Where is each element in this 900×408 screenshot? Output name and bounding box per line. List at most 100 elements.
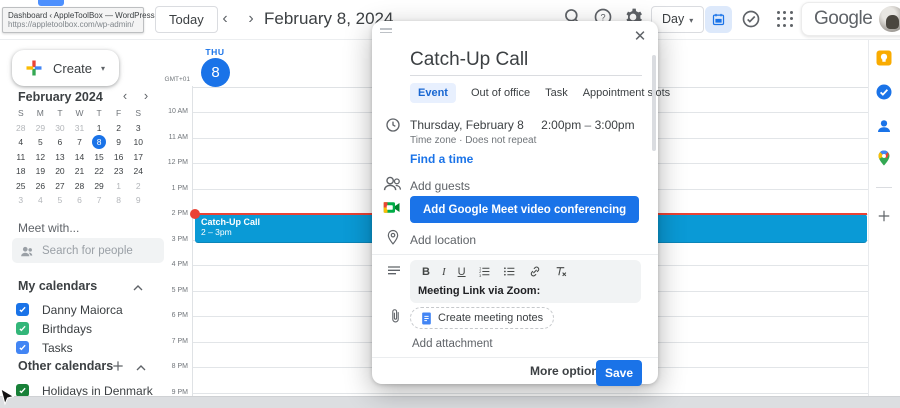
mini-calendar-day[interactable]: 4 — [31, 193, 51, 208]
time-label: 11 AM — [140, 134, 188, 141]
next-day-button[interactable]: › — [238, 6, 264, 33]
mini-calendar-day[interactable]: 27 — [50, 179, 70, 194]
drag-handle-icon[interactable] — [380, 28, 392, 34]
prev-day-button[interactable]: ‹ — [212, 6, 238, 33]
google-meet-icon — [383, 200, 401, 215]
tab-task[interactable]: Task — [545, 83, 568, 103]
add-calendar-plus-icon[interactable] — [110, 358, 126, 374]
browser-link-tooltip: Dashboard ‹ AppleToolBox — WordPress htt… — [2, 7, 144, 33]
tab-out-of-office[interactable]: Out of office — [471, 83, 530, 103]
mini-calendar-day[interactable]: 7 — [89, 193, 109, 208]
rail-divider — [876, 187, 892, 188]
mini-calendar-day[interactable]: 18 — [11, 164, 31, 179]
mini-calendar-day[interactable]: 5 — [31, 135, 51, 150]
italic-icon[interactable]: I — [442, 266, 446, 278]
close-icon[interactable]: ✕ — [631, 28, 649, 46]
calendar-view-toggle[interactable] — [705, 6, 732, 33]
mini-calendar-day[interactable]: 15 — [89, 150, 109, 165]
add-meet-button[interactable]: Add Google Meet video conferencing — [410, 196, 639, 223]
mini-calendar-day[interactable]: 9 — [128, 193, 148, 208]
keep-icon[interactable] — [875, 49, 893, 67]
meet-with-label: Meet with... — [18, 221, 79, 235]
google-calendar-app: Dashboard ‹ AppleToolBox — WordPress htt… — [0, 0, 900, 408]
underline-icon[interactable]: U — [458, 266, 466, 278]
view-dropdown[interactable]: Day▾ — [651, 6, 704, 33]
numbered-list-icon[interactable]: 123 — [478, 265, 491, 278]
mini-calendar-day[interactable]: 7 — [70, 135, 90, 150]
mini-calendar-day[interactable]: 30 — [50, 121, 70, 136]
mini-calendar-day[interactable]: 28 — [11, 121, 31, 136]
mini-calendar-day[interactable]: 13 — [50, 150, 70, 165]
calendar-checkbox[interactable] — [16, 303, 29, 316]
mini-calendar-day[interactable]: 1 — [89, 121, 109, 136]
mini-calendar-prev[interactable]: ‹ — [117, 88, 133, 104]
add-location-input[interactable]: Add location — [410, 233, 476, 247]
mini-calendar-day[interactable]: 12 — [31, 150, 51, 165]
day-number-badge[interactable]: 8 — [201, 58, 230, 87]
calendar-checkbox[interactable] — [16, 322, 29, 335]
create-meeting-notes-button[interactable]: Create meeting notes — [410, 307, 554, 329]
dialog-scrollbar[interactable] — [652, 55, 656, 151]
apps-grid-icon[interactable] — [777, 11, 793, 27]
mini-calendar-day[interactable]: 8 — [109, 193, 129, 208]
mini-calendar-day[interactable]: 31 — [70, 121, 90, 136]
add-guests-input[interactable]: Add guests — [410, 179, 470, 193]
mini-calendar-day[interactable]: 14 — [70, 150, 90, 165]
today-button[interactable]: Today — [155, 6, 218, 33]
find-a-time-link[interactable]: Find a time — [410, 152, 473, 166]
create-button[interactable]: Create ▾ — [12, 50, 119, 86]
tab-appointment-slots[interactable]: Appointment slots — [583, 83, 670, 103]
mini-calendar-day[interactable]: 28 — [70, 179, 90, 194]
mini-calendar-day[interactable]: 6 — [50, 135, 70, 150]
tab-event[interactable]: Event — [410, 83, 456, 103]
mini-calendar-next[interactable]: › — [138, 88, 154, 104]
mini-calendar-day[interactable]: 2 — [109, 121, 129, 136]
mini-calendar-day[interactable]: 25 — [11, 179, 31, 194]
bold-icon[interactable]: B — [422, 266, 430, 278]
mini-calendar-day[interactable]: 19 — [31, 164, 51, 179]
time-label: 3 PM — [140, 236, 188, 243]
mini-calendar-day-name: M — [31, 106, 51, 121]
tasks-icon[interactable] — [875, 83, 893, 101]
day-of-week-label: THU — [199, 47, 231, 57]
mini-calendar-day[interactable]: 16 — [109, 150, 129, 165]
mini-calendar-day[interactable]: 1 — [109, 179, 129, 194]
mini-calendar-day[interactable]: 9 — [109, 135, 129, 150]
maps-icon[interactable] — [875, 149, 893, 167]
mini-calendar-day[interactable]: 29 — [31, 121, 51, 136]
mini-calendar-day[interactable]: 26 — [31, 179, 51, 194]
svg-text:3: 3 — [479, 274, 481, 278]
contacts-icon[interactable] — [875, 117, 893, 135]
get-addons-plus-icon[interactable] — [875, 207, 893, 225]
format-clear-icon[interactable] — [554, 265, 568, 278]
save-button[interactable]: Save — [596, 360, 642, 386]
mini-calendar-day[interactable]: 22 — [89, 164, 109, 179]
calendar-list-item[interactable]: Birthdays — [12, 319, 177, 338]
event-title-input[interactable]: Catch-Up Call — [410, 49, 528, 71]
mini-calendar-day-name: F — [109, 106, 129, 121]
tasks-toggle-icon[interactable] — [741, 9, 761, 29]
mini-calendar-day[interactable]: 11 — [11, 150, 31, 165]
mini-calendar-day[interactable]: 29 — [89, 179, 109, 194]
mini-calendar-day[interactable]: 3 — [11, 193, 31, 208]
mini-calendar-day[interactable]: 4 — [11, 135, 31, 150]
mini-calendar-day[interactable]: 8 — [89, 135, 109, 150]
mini-calendar-day[interactable]: 21 — [70, 164, 90, 179]
mini-calendar-day[interactable]: 23 — [109, 164, 129, 179]
calendar-checkbox[interactable] — [16, 341, 29, 354]
time-label: 10 AM — [140, 108, 188, 115]
mini-calendar-day[interactable]: 24 — [128, 164, 148, 179]
mini-calendar-day[interactable]: 5 — [50, 193, 70, 208]
avatar[interactable] — [879, 6, 900, 32]
bulleted-list-icon[interactable] — [503, 265, 516, 278]
guests-icon — [383, 175, 402, 191]
mini-calendar-day[interactable]: 20 — [50, 164, 70, 179]
more-options-button[interactable]: More options — [530, 364, 605, 378]
mini-calendar-day[interactable]: 6 — [70, 193, 90, 208]
link-icon[interactable] — [528, 265, 542, 278]
add-attachment-button[interactable]: Add attachment — [412, 338, 493, 350]
multicolor-plus-icon — [24, 58, 44, 78]
description-editor[interactable]: B I U 123 Meeting Link via Zoom: — [410, 260, 641, 303]
event-datetime[interactable]: Thursday, February 8 2:00pm – 3:00pm — [410, 118, 635, 132]
description-text[interactable]: Meeting Link via Zoom: — [410, 281, 641, 297]
